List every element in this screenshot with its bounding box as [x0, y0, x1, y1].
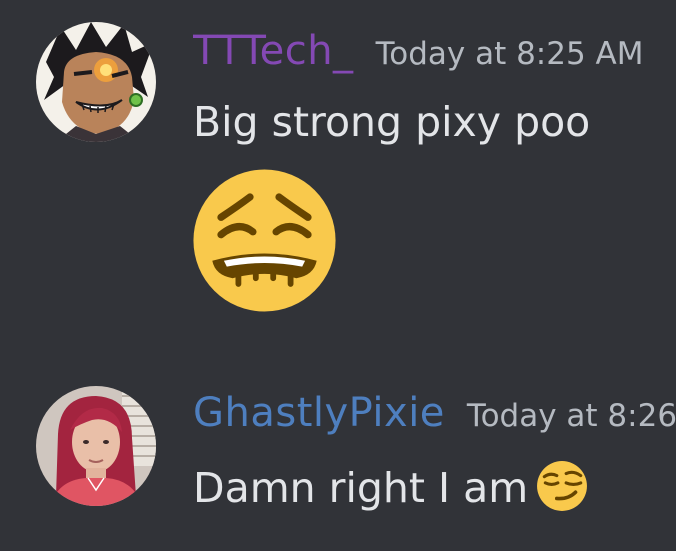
- message-text-body: Damn right I am: [193, 464, 529, 512]
- avatar-photo-image: [36, 386, 156, 506]
- message-header: TTTech_ Today at 8:25 AM: [193, 28, 676, 74]
- chat-log: TTTech_ Today at 8:25 AM Big strong pixy …: [0, 0, 676, 551]
- weary-grimace-emoji[interactable]: [192, 168, 337, 313]
- timestamp[interactable]: Today at 8:26 AM: [467, 398, 676, 434]
- username[interactable]: GhastlyPixie: [193, 390, 445, 436]
- message-header: GhastlyPixie Today at 8:26 AM: [193, 390, 676, 436]
- smirk-emoji-icon: [537, 461, 588, 511]
- timestamp[interactable]: Today at 8:25 AM: [376, 36, 644, 72]
- avatar-anime-character-image: [36, 22, 156, 142]
- avatar-ghastlypixie[interactable]: [36, 386, 156, 506]
- smirk-emoji[interactable]: [536, 460, 588, 512]
- message-text: Big strong pixy poo: [193, 98, 591, 146]
- username[interactable]: TTTech_: [193, 28, 354, 74]
- weary-grimace-emoji-icon: [193, 169, 336, 312]
- avatar-tttech[interactable]: [36, 22, 156, 142]
- message-text: Damn right I am: [193, 460, 588, 512]
